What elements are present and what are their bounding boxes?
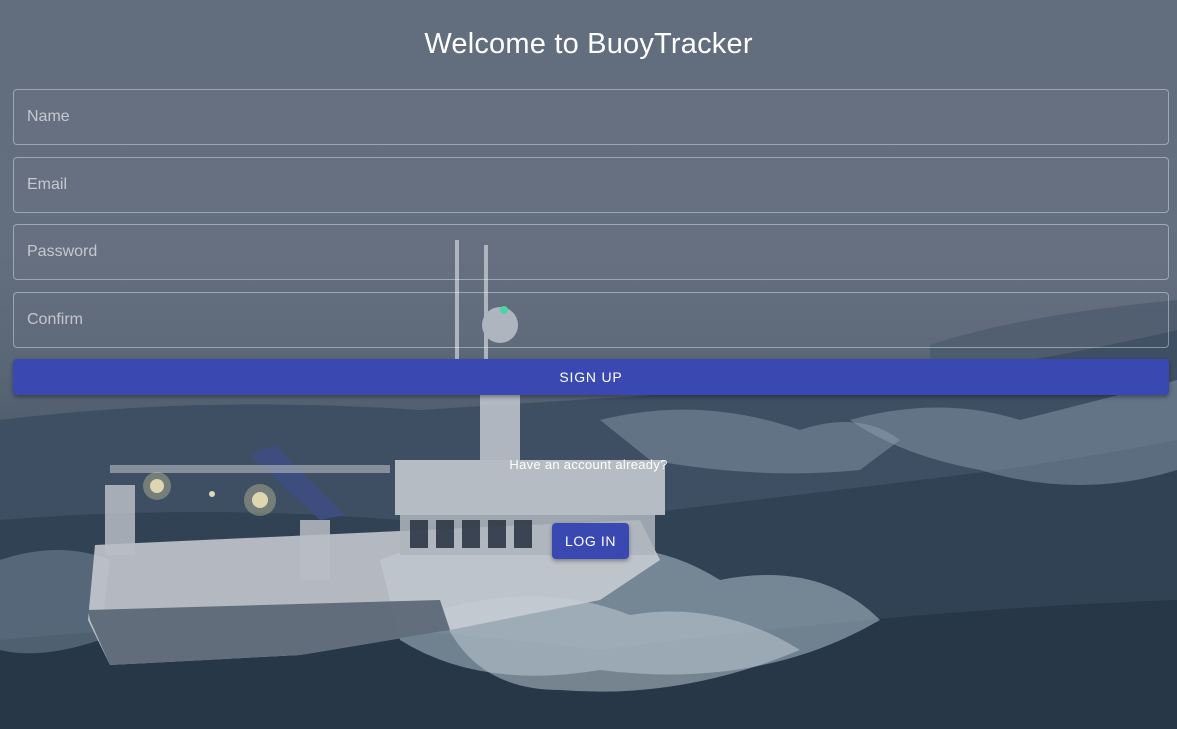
log-in-button[interactable]: LOG IN [552,523,629,559]
confirm-password-input[interactable] [14,293,1168,347]
name-input[interactable] [14,90,1168,144]
confirm-password-field[interactable] [13,292,1169,348]
name-field[interactable] [13,89,1169,145]
sign-up-button[interactable]: SIGN UP [13,359,1169,395]
email-field[interactable] [13,157,1169,213]
password-input[interactable] [14,225,1168,279]
page-title: Welcome to BuoyTracker [424,28,753,60]
have-account-text: Have an account already? [509,457,668,472]
password-field[interactable] [13,224,1169,280]
email-input[interactable] [14,158,1168,212]
